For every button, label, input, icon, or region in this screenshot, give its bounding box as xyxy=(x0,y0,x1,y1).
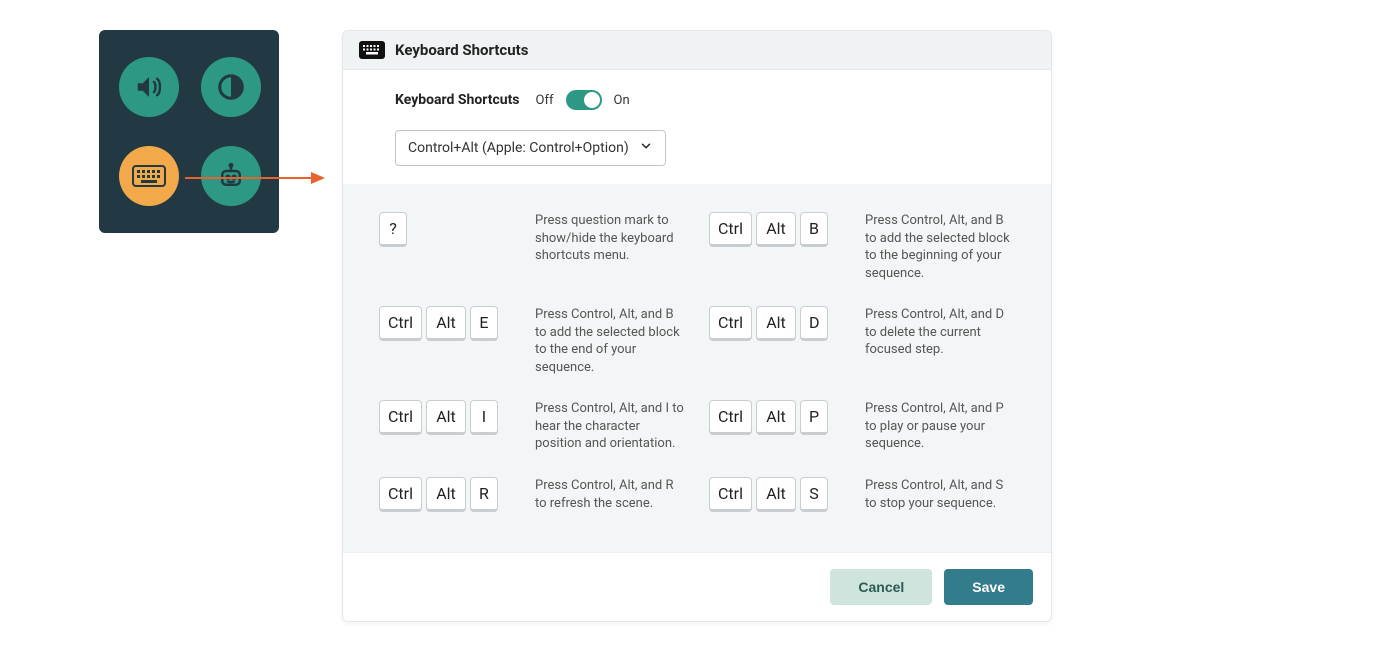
shortcut-desc: Press Control, Alt, and D to delete the … xyxy=(865,306,1015,359)
key-combo: Ctrl Alt R xyxy=(379,477,519,512)
key: Alt xyxy=(426,306,466,341)
settings-palette xyxy=(99,30,279,233)
modal-controls: Keyboard Shortcuts Off On Control+Alt (A… xyxy=(343,70,1051,184)
key: ? xyxy=(379,212,407,247)
key: Alt xyxy=(426,477,466,512)
key: E xyxy=(470,306,498,341)
shortcut-item: Ctrl Alt D Press Control, Alt, and D to … xyxy=(709,306,1015,376)
toggle-on-text: On xyxy=(614,93,630,108)
toggle-knob xyxy=(584,92,600,108)
keyboard-icon[interactable] xyxy=(119,146,179,206)
key: I xyxy=(470,400,498,435)
shortcut-item: Ctrl Alt S Press Control, Alt, and S to … xyxy=(709,477,1015,512)
cancel-button[interactable]: Cancel xyxy=(830,569,932,605)
key-combo: ? xyxy=(379,212,519,247)
shortcut-desc: Press Control, Alt, and P to play or pau… xyxy=(865,400,1015,453)
shortcuts-grid: ? Press question mark to show/hide the k… xyxy=(343,184,1051,552)
keyboard-header-icon xyxy=(359,41,385,59)
shortcut-desc: Press Control, Alt, and R to refresh the… xyxy=(535,477,685,512)
key: Ctrl xyxy=(709,212,752,247)
toggle-row: Keyboard Shortcuts Off On xyxy=(395,90,999,110)
toggle-off-text: Off xyxy=(536,93,554,108)
key-combo: Ctrl Alt I xyxy=(379,400,519,435)
toggle-label: Keyboard Shortcuts xyxy=(395,92,520,108)
key: D xyxy=(800,306,829,341)
modal-title: Keyboard Shortcuts xyxy=(395,41,528,59)
keyboard-shortcuts-modal: Keyboard Shortcuts Keyboard Shortcuts Of… xyxy=(342,30,1052,622)
shortcut-desc: Press question mark to show/hide the key… xyxy=(535,212,685,265)
key: Alt xyxy=(756,212,796,247)
contrast-icon[interactable] xyxy=(201,57,261,117)
chevron-down-icon xyxy=(639,139,653,157)
key-combo: Ctrl Alt S xyxy=(709,477,849,512)
key: Alt xyxy=(756,306,796,341)
key: Ctrl xyxy=(709,306,752,341)
key: Ctrl xyxy=(379,306,422,341)
key: P xyxy=(800,400,828,435)
key-combo: Ctrl Alt D xyxy=(709,306,849,341)
key: Alt xyxy=(426,400,466,435)
modifier-select[interactable]: Control+Alt (Apple: Control+Option) xyxy=(395,130,666,166)
key: Ctrl xyxy=(709,400,752,435)
modifier-select-value: Control+Alt (Apple: Control+Option) xyxy=(408,140,629,156)
key-combo: Ctrl Alt P xyxy=(709,400,849,435)
shortcut-desc: Press Control, Alt, and B to add the sel… xyxy=(865,212,1015,282)
key-combo: Ctrl Alt B xyxy=(709,212,849,247)
shortcut-item: Ctrl Alt I Press Control, Alt, and I to … xyxy=(379,400,685,453)
key-combo: Ctrl Alt E xyxy=(379,306,519,341)
key: Ctrl xyxy=(379,477,422,512)
shortcut-item: Ctrl Alt R Press Control, Alt, and R to … xyxy=(379,477,685,512)
key: Alt xyxy=(756,400,796,435)
modal-header: Keyboard Shortcuts xyxy=(343,31,1051,70)
shortcut-item: Ctrl Alt P Press Control, Alt, and P to … xyxy=(709,400,1015,453)
key: B xyxy=(800,212,828,247)
shortcut-item: ? Press question mark to show/hide the k… xyxy=(379,212,685,282)
shortcut-item: Ctrl Alt B Press Control, Alt, and B to … xyxy=(709,212,1015,282)
shortcut-item: Ctrl Alt E Press Control, Alt, and B to … xyxy=(379,306,685,376)
modal-footer: Cancel Save xyxy=(343,552,1051,621)
key: Alt xyxy=(756,477,796,512)
shortcut-desc: Press Control, Alt, and B to add the sel… xyxy=(535,306,685,376)
save-button[interactable]: Save xyxy=(944,569,1033,605)
volume-icon[interactable] xyxy=(119,57,179,117)
shortcut-desc: Press Control, Alt, and S to stop your s… xyxy=(865,477,1015,512)
key: Ctrl xyxy=(379,400,422,435)
arrow-icon xyxy=(185,170,325,186)
key: R xyxy=(470,477,498,512)
key: S xyxy=(800,477,828,512)
shortcut-desc: Press Control, Alt, and I to hear the ch… xyxy=(535,400,685,453)
shortcuts-toggle[interactable] xyxy=(566,90,602,110)
key: Ctrl xyxy=(709,477,752,512)
